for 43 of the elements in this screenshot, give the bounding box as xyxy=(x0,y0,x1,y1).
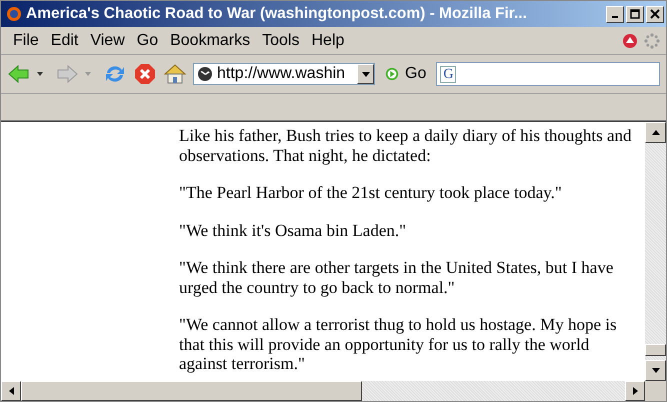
menu-item[interactable]: View xyxy=(84,32,131,50)
down-arrow-icon xyxy=(652,368,660,373)
window-title: America's Chaotic Road to War (washingtonpost.com) - Mozilla Fir... xyxy=(26,5,528,23)
scroll-right-button[interactable] xyxy=(625,381,645,401)
address-field[interactable]: http://www.washin xyxy=(193,63,375,85)
scroll-thumb[interactable] xyxy=(21,381,362,401)
menu-item[interactable]: Help xyxy=(305,32,350,50)
up-arrow-icon xyxy=(652,130,660,135)
paragraph: "We think there are other targets in the United States, but I have urged the country to go back to normal." xyxy=(179,258,614,297)
paragraph: "We cannot allow a terrorist thug to hold us hostage. My hope is that this will provide an opportunity for us to rally the world against terrorism." xyxy=(179,315,618,374)
back-arrow-icon[interactable] xyxy=(7,62,31,86)
go-button[interactable]: Go xyxy=(381,65,430,83)
paragraph: Like his father, Bush tries to keep a daily diary of his thoughts and observations. That night, he dictated: xyxy=(179,126,633,165)
horizontal-scrollbar[interactable] xyxy=(1,381,645,401)
play-icon xyxy=(385,67,399,81)
maximize-button[interactable] xyxy=(626,6,644,22)
menu-item[interactable]: File xyxy=(7,32,45,50)
vertical-scrollbar[interactable] xyxy=(645,122,666,381)
close-icon xyxy=(650,9,660,19)
left-arrow-icon xyxy=(8,387,14,395)
close-button[interactable] xyxy=(646,6,664,22)
maximize-icon xyxy=(630,9,640,19)
home-icon[interactable] xyxy=(163,62,187,86)
alert-icon xyxy=(622,32,638,48)
scroll-up-button[interactable] xyxy=(645,122,666,143)
minimize-button[interactable] xyxy=(606,6,624,22)
menu-item[interactable]: Edit xyxy=(44,32,84,50)
scroll-thumb[interactable] xyxy=(645,344,666,356)
paragraph: "We think it's Osama bin Laden." xyxy=(179,220,408,240)
scroll-left-button[interactable] xyxy=(1,381,21,401)
menu-item[interactable]: Tools xyxy=(256,32,306,50)
dropdown-button[interactable] xyxy=(357,64,374,84)
scroll-down-button[interactable] xyxy=(645,360,666,381)
search-field[interactable]: G xyxy=(436,62,660,86)
menu-item[interactable]: Go xyxy=(130,32,164,50)
throbber-icon xyxy=(644,32,660,48)
right-arrow-icon xyxy=(632,387,638,395)
dropdown-icon[interactable] xyxy=(37,72,43,76)
stop-icon[interactable] xyxy=(133,62,157,86)
minimize-icon xyxy=(612,16,618,18)
caret-icon xyxy=(362,72,370,76)
paragraph: "The Pearl Harbor of the 21st century took place today." xyxy=(179,183,563,202)
menu-item[interactable]: Bookmarks xyxy=(164,32,256,50)
